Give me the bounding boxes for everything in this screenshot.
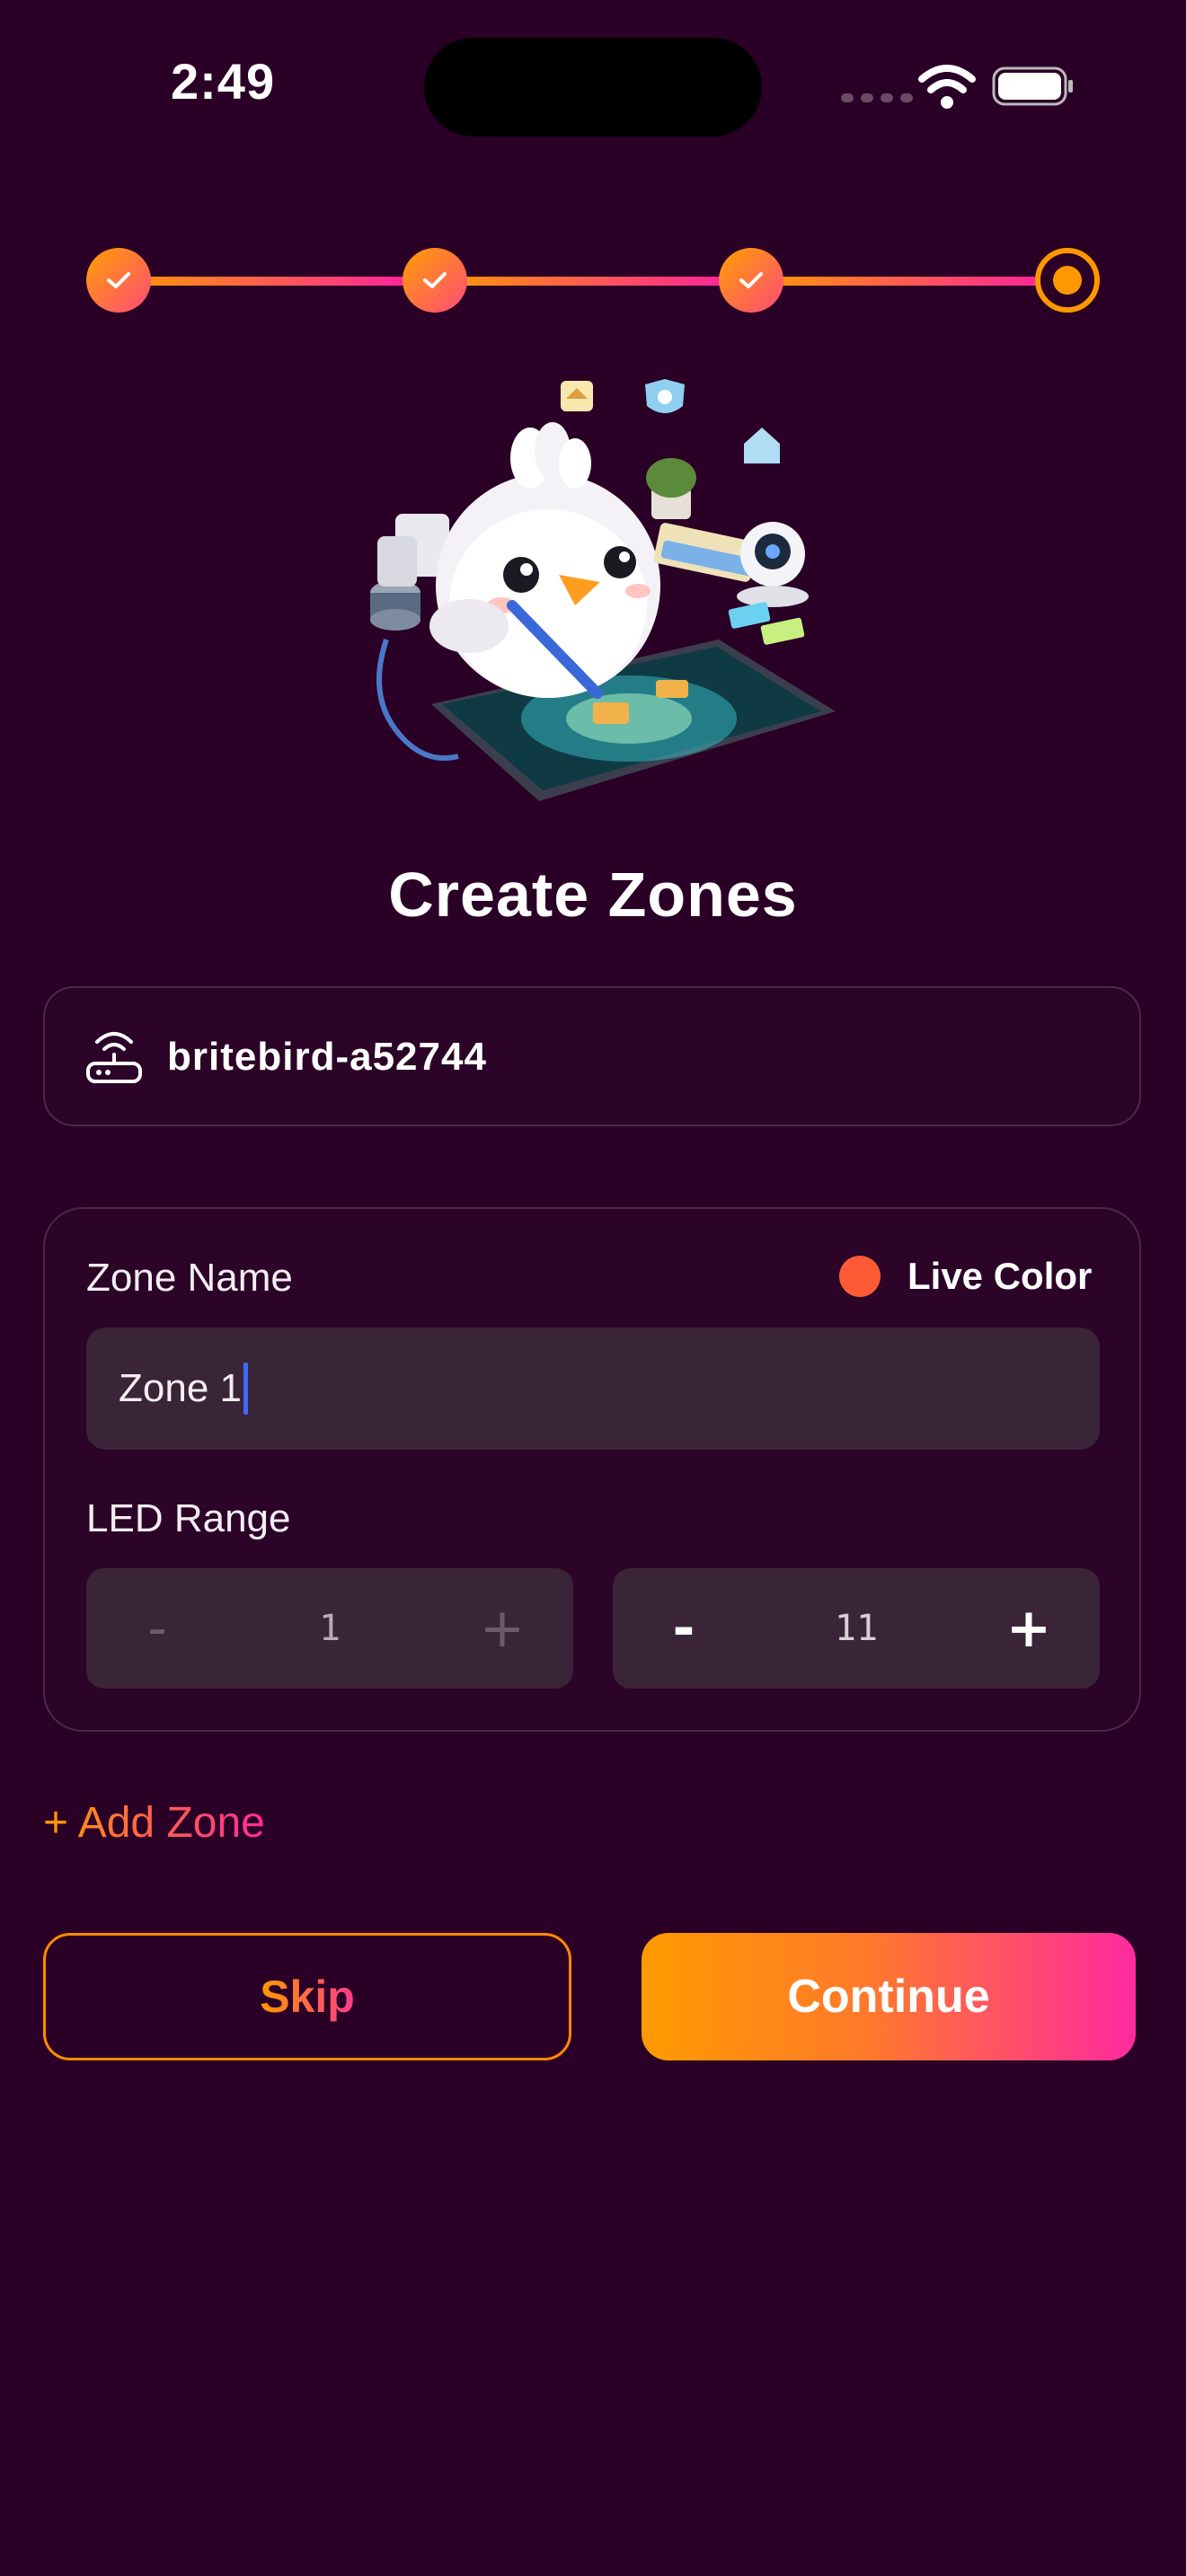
- zone-name-label: Zone Name: [86, 1256, 293, 1300]
- range-start-decrement-button[interactable]: -: [126, 1597, 189, 1660]
- router-icon: [86, 1032, 142, 1083]
- step-connector-3: [751, 277, 1067, 286]
- range-end-value: 11: [834, 1608, 879, 1649]
- skip-button-label: Skip: [260, 1972, 355, 2022]
- range-start-stepper: - 1 +: [86, 1568, 573, 1689]
- text-caret: [243, 1363, 248, 1415]
- checkmark-icon: [107, 272, 130, 288]
- continue-button[interactable]: Continue: [642, 1933, 1136, 2060]
- step-2-complete: [403, 248, 467, 313]
- step-connector-2: [435, 277, 751, 286]
- checkmark-icon: [739, 272, 763, 288]
- step-4-current: [1035, 248, 1100, 313]
- live-color-label[interactable]: Live Color: [907, 1255, 1092, 1298]
- range-start-increment-button[interactable]: +: [471, 1597, 534, 1660]
- mascot-illustration: [370, 379, 836, 801]
- status-time: 2:49: [171, 53, 276, 110]
- zone-name-value: Zone 1: [119, 1366, 242, 1410]
- device-name: britebird-a52744: [167, 1035, 487, 1079]
- checkmark-icon: [423, 272, 447, 288]
- step-3-complete: [719, 248, 783, 313]
- step-connector-1: [119, 277, 435, 286]
- add-zone-button[interactable]: + Add Zone: [43, 1798, 265, 1848]
- range-end-stepper: - 11 +: [613, 1568, 1100, 1689]
- page-title: Create Zones: [388, 860, 798, 930]
- step-1-complete: [86, 248, 151, 313]
- range-start-value: 1: [318, 1608, 341, 1649]
- skip-button[interactable]: Skip: [43, 1933, 571, 2060]
- dynamic-island: [424, 38, 762, 137]
- current-step-dot: [1053, 266, 1082, 295]
- battery-icon: [992, 66, 1073, 106]
- range-end-decrement-button[interactable]: -: [652, 1597, 715, 1660]
- zone-name-input[interactable]: Zone 1: [86, 1328, 1100, 1450]
- range-end-increment-button[interactable]: +: [997, 1597, 1060, 1660]
- wifi-icon: [918, 65, 976, 109]
- led-range-label: LED Range: [86, 1496, 291, 1540]
- cellular-signal-icon: [841, 93, 913, 102]
- live-color-swatch[interactable]: [839, 1256, 881, 1297]
